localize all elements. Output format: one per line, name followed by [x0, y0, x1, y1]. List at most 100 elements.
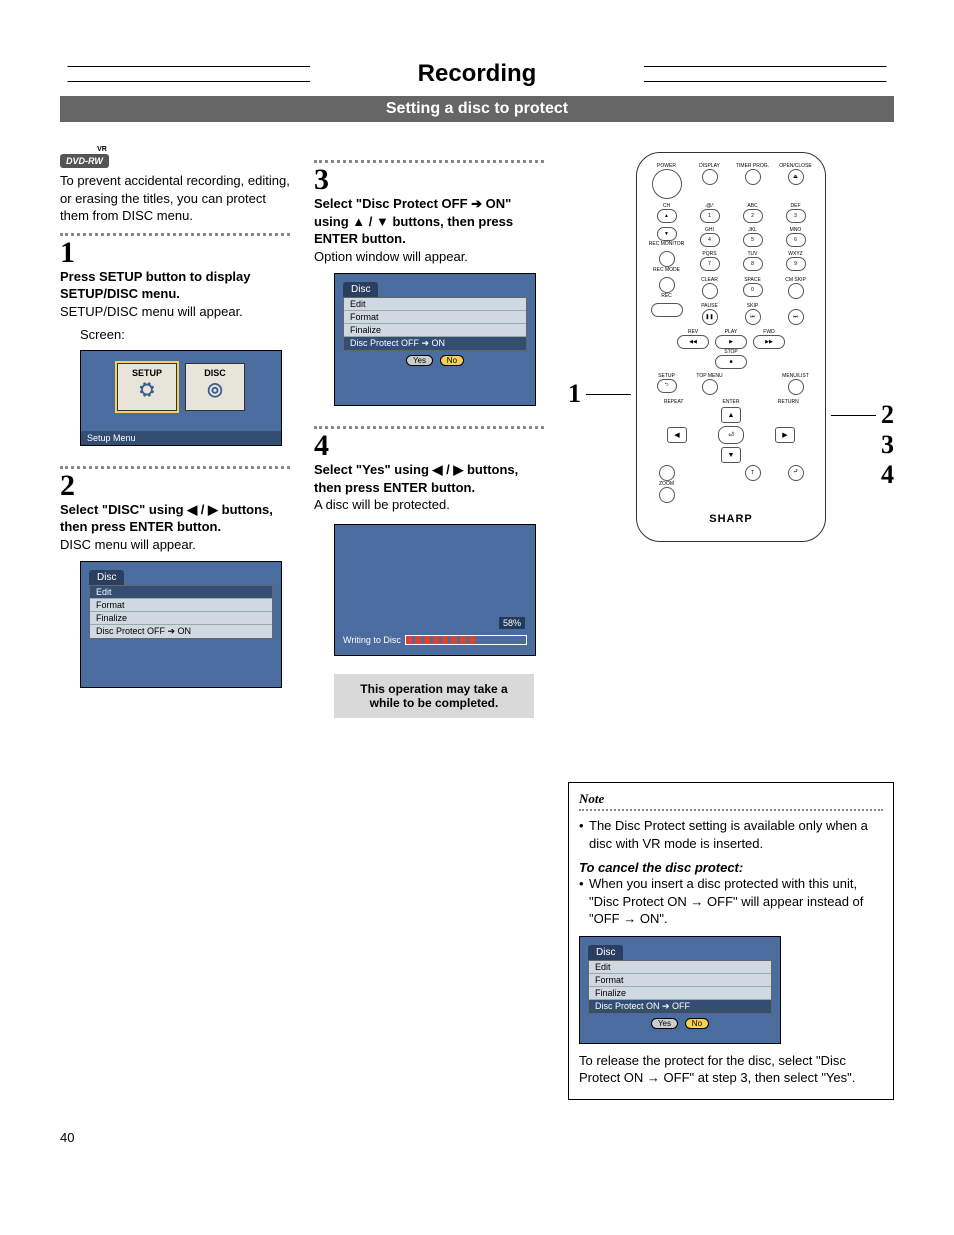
disc-icon: ◎ — [186, 378, 244, 402]
osd-list: Edit Format Finalize Disc Protect ON ➔ O… — [588, 960, 772, 1014]
step-1-instruction: Press SETUP button to display SETUP/DISC… — [60, 268, 290, 303]
note-item-2: When you insert a disc protected with th… — [579, 875, 883, 928]
menu-row-finalize: Finalize — [344, 324, 526, 337]
step-2-result: DISC menu will appear. — [60, 536, 290, 554]
step-4-instruction: Select "Yes" using ◀ / ▶ buttons, then p… — [314, 461, 544, 496]
disc-tile: DISC ◎ — [185, 363, 245, 411]
menu-row-edit: Edit — [90, 586, 272, 599]
menu-row-finalize: Finalize — [90, 612, 272, 625]
rec-monitor-button — [659, 251, 675, 267]
stop-button: ■ — [715, 355, 747, 369]
menu-row-protect: Disc Protect ON ➔ OFF — [589, 1000, 771, 1013]
section-title: Recording — [398, 60, 557, 88]
step-4-number: 4 — [314, 431, 544, 461]
setup-screen-footer: Setup Menu — [81, 431, 281, 445]
remote-callout-4: 4 — [881, 460, 894, 490]
screen-label: Screen: — [80, 326, 290, 344]
progress-bar — [405, 635, 527, 645]
disc-menu-screen: Disc Edit Format Finalize Disc Protect O… — [80, 561, 282, 688]
section-header: Recording — [60, 60, 894, 88]
nav-up-button: ▲ — [721, 407, 741, 423]
ch-up-button: ▲ — [657, 209, 677, 223]
divider — [314, 160, 544, 163]
step-1-number: 1 — [60, 238, 290, 268]
page: Recording Setting a disc to protect VR D… — [0, 0, 954, 1185]
right-column: POWER DISPLAY TIMER PROG. OPEN/CLOSE⏏ CH… — [568, 152, 894, 1100]
num-1-button: 1 — [700, 209, 720, 223]
disc-menu-cancel-screen: Disc Edit Format Finalize Disc Protect O… — [579, 936, 781, 1044]
remote-diagram: POWER DISPLAY TIMER PROG. OPEN/CLOSE⏏ CH… — [568, 152, 894, 542]
display-button — [702, 169, 718, 185]
menu-row-protect: Disc Protect OFF ➔ ON — [344, 337, 526, 350]
cancel-heading: To cancel the disc protect: — [579, 860, 883, 875]
settings-icon: ⛭ — [118, 378, 176, 402]
step-3-result: Option window will appear. — [314, 248, 544, 266]
rev-button: ◀◀ — [677, 335, 709, 349]
remote-control: POWER DISPLAY TIMER PROG. OPEN/CLOSE⏏ CH… — [636, 152, 826, 542]
operation-note: This operation may take a while to be co… — [334, 674, 534, 718]
timer-button — [745, 169, 761, 185]
rec-button — [651, 303, 683, 317]
setup-button: ⮌ — [657, 379, 677, 393]
divider — [579, 809, 883, 811]
confirm-buttons: Yes No — [588, 1014, 772, 1035]
remote-callout-3: 3 — [881, 430, 894, 460]
osd-list: Edit Format Finalize Disc Protect OFF ➔ … — [89, 585, 273, 639]
skip-fwd-button: ⏭ — [788, 309, 804, 325]
confirm-buttons: Yes No — [343, 351, 527, 372]
play-button: ▶ — [715, 335, 747, 349]
num-3-button: 3 — [786, 209, 806, 223]
step-2-number: 2 — [60, 471, 290, 501]
note-tail-text: To release the protect for the disc, sel… — [579, 1052, 883, 1087]
nav-down-button: ▼ — [721, 447, 741, 463]
note-item-1: The Disc Protect setting is available on… — [579, 817, 883, 852]
step-4-result: A disc will be protected. — [314, 496, 544, 514]
osd-title: Disc — [588, 945, 623, 960]
num-6-button: 6 — [786, 233, 806, 247]
disc-menu-confirm-screen: Disc Edit Format Finalize Disc Protect O… — [334, 273, 536, 406]
t-button: T — [745, 465, 761, 481]
note-title: Note — [579, 791, 883, 807]
fwd-button: ▶▶ — [753, 335, 785, 349]
no-button: No — [440, 355, 464, 366]
menu-row-edit: Edit — [589, 961, 771, 974]
cm-skip-button — [788, 283, 804, 299]
section-subtitle: Setting a disc to protect — [60, 96, 894, 122]
menu-row-protect: Disc Protect OFF ➔ ON — [90, 625, 272, 638]
yes-button: Yes — [651, 1018, 678, 1029]
menu-list-button — [788, 379, 804, 395]
divider — [60, 466, 290, 469]
setup-disc-screen: SETUP ⛭ DISC ◎ Setup Menu — [80, 350, 282, 446]
top-menu-button — [702, 379, 718, 395]
step-1-result: SETUP/DISC menu will appear. — [60, 303, 290, 321]
nav-left-button: ◀ — [667, 427, 687, 443]
num-9-button: 9 — [786, 257, 806, 271]
divider — [314, 426, 544, 429]
setup-tile: SETUP ⛭ — [117, 363, 177, 411]
left-column: VR DVD-RW To prevent accidental recordin… — [60, 152, 290, 698]
pause-button: ❚❚ — [702, 309, 718, 325]
step-3-number: 3 — [314, 165, 544, 195]
clear-button — [702, 283, 718, 299]
remote-callout-2: 2 — [881, 400, 894, 430]
brand-label: SHARP — [647, 513, 815, 525]
enter-button: ⏎ — [718, 426, 744, 444]
step-3-instruction: Select "Disc Protect OFF ➔ ON" using ▲ /… — [314, 195, 544, 248]
rec-mode-button — [659, 277, 675, 293]
no-button: No — [685, 1018, 709, 1029]
navigation-cluster: ▲ ▼ ◀ ▶ ⏎ — [667, 407, 795, 463]
middle-column: 3 Select "Disc Protect OFF ➔ ON" using ▲… — [314, 152, 544, 718]
num-8-button: 8 — [743, 257, 763, 271]
page-number: 40 — [60, 1130, 894, 1145]
divider — [60, 233, 290, 236]
menu-row-edit: Edit — [344, 298, 526, 311]
nav-right-button: ▶ — [775, 427, 795, 443]
osd-title: Disc — [343, 282, 378, 297]
menu-row-format: Format — [90, 599, 272, 612]
return-button: ⮐ — [788, 465, 804, 481]
remote-callout-1: 1 — [568, 379, 581, 409]
content-columns: VR DVD-RW To prevent accidental recordin… — [60, 152, 894, 1100]
yes-button: Yes — [406, 355, 433, 366]
menu-row-format: Format — [344, 311, 526, 324]
num-5-button: 5 — [743, 233, 763, 247]
